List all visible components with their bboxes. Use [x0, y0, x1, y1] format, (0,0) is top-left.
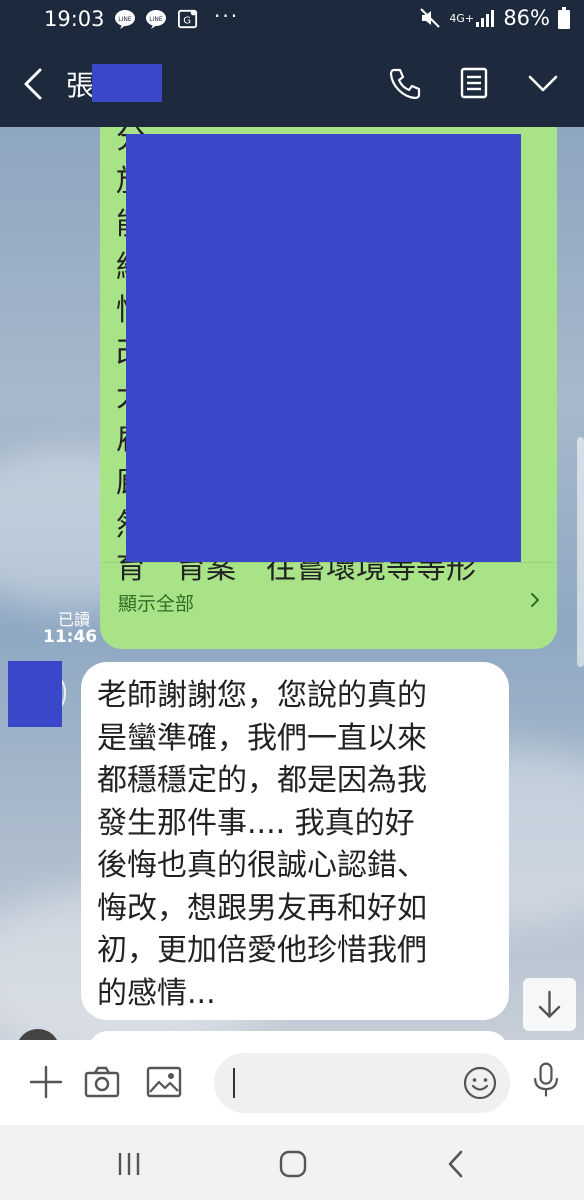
more-notifications-indicator: ··· — [214, 4, 240, 28]
input-bar — [0, 1040, 584, 1125]
bubble-divider — [100, 562, 557, 563]
back-arrow-icon[interactable] — [18, 64, 48, 104]
status-bar: 19:03 LINE LINE G ··· 4G+ 86% — [0, 0, 584, 40]
chevron-down-icon[interactable] — [524, 64, 562, 102]
microphone-icon[interactable] — [526, 1060, 566, 1100]
received-message-text: 老師謝謝您，您說的真的 是蠻準確，我們一直以來 都穩穩定的，都是因為我 發生那件… — [97, 675, 497, 1015]
home-icon[interactable] — [276, 1147, 310, 1181]
mute-icon — [420, 8, 441, 28]
chat-header: 張 — [0, 40, 584, 127]
line-notification-label: LINE — [118, 16, 132, 23]
notes-icon[interactable] — [455, 64, 493, 102]
camera-icon[interactable] — [82, 1062, 122, 1102]
plus-icon[interactable] — [26, 1062, 66, 1102]
arrow-down-icon — [538, 990, 561, 1018]
sent-message-bubble[interactable]: 分 放 能 給 悟 改 大 雇 廊 然 育 育案 往嘗壞境等等形 顯示全部 — [100, 127, 557, 649]
line-notification-icon: LINE — [115, 10, 135, 29]
received-message-line: 都穩穩定的，都是因為我 — [97, 763, 427, 798]
recent-apps-icon[interactable] — [112, 1147, 146, 1181]
maps-notification-icon: G — [178, 9, 198, 29]
received-message-line: 的感情... — [97, 975, 216, 1011]
received-message-line: 老師謝謝您，您說的真的 — [97, 678, 427, 713]
message-redaction — [126, 134, 521, 562]
status-right-group: 4G+ 86% — [419, 6, 570, 30]
phone-icon[interactable] — [386, 64, 424, 102]
text-cursor — [233, 1068, 235, 1098]
emoji-icon[interactable] — [462, 1065, 498, 1101]
line-notification-label: LINE — [149, 16, 163, 23]
received-message-line: 後悔也真的很誠心認錯、 — [97, 848, 427, 883]
received-message-line: 悔改，想跟男友再和好如 — [97, 890, 427, 926]
received-message-bubble[interactable] — [88, 1031, 508, 1040]
message-input[interactable] — [214, 1053, 510, 1113]
received-message-line: 初，更加倍愛他珍惜我們 — [97, 933, 427, 968]
network-type: 4G+ — [449, 11, 475, 25]
name-redaction — [92, 64, 162, 102]
back-nav-icon[interactable] — [440, 1147, 474, 1181]
scrollbar[interactable] — [577, 437, 584, 667]
battery-icon — [558, 7, 570, 29]
line-notification-icon: LINE — [146, 10, 166, 29]
chevron-right-icon[interactable] — [527, 589, 543, 611]
maps-notification-label: G — [183, 16, 191, 27]
signal-icon — [476, 10, 495, 27]
scroll-to-bottom-button[interactable] — [523, 978, 576, 1031]
show-all-link[interactable]: 顯示全部 — [118, 589, 194, 616]
received-message-bubble[interactable]: 老師謝謝您，您說的真的 是蠻準確，我們一直以來 都穩穩定的，都是因為我 發生那件… — [81, 662, 509, 1020]
battery-percent: 86% — [503, 6, 550, 30]
received-message-line: 發生那件事.... 我真的好 — [97, 805, 415, 841]
contact-name[interactable]: 張 — [66, 64, 94, 104]
avatar[interactable] — [8, 661, 62, 727]
image-icon[interactable] — [144, 1062, 184, 1102]
status-time: 19:03 — [44, 7, 105, 31]
message-time: 11:46 — [43, 627, 98, 647]
chat-area[interactable]: 分 放 能 給 悟 改 大 雇 廊 然 育 育案 往嘗壞境等等形 顯示全部 已讀… — [0, 127, 584, 1040]
system-nav-bar — [0, 1125, 584, 1200]
received-message-line: 是蠻準確，我們一直以來 — [97, 720, 427, 756]
